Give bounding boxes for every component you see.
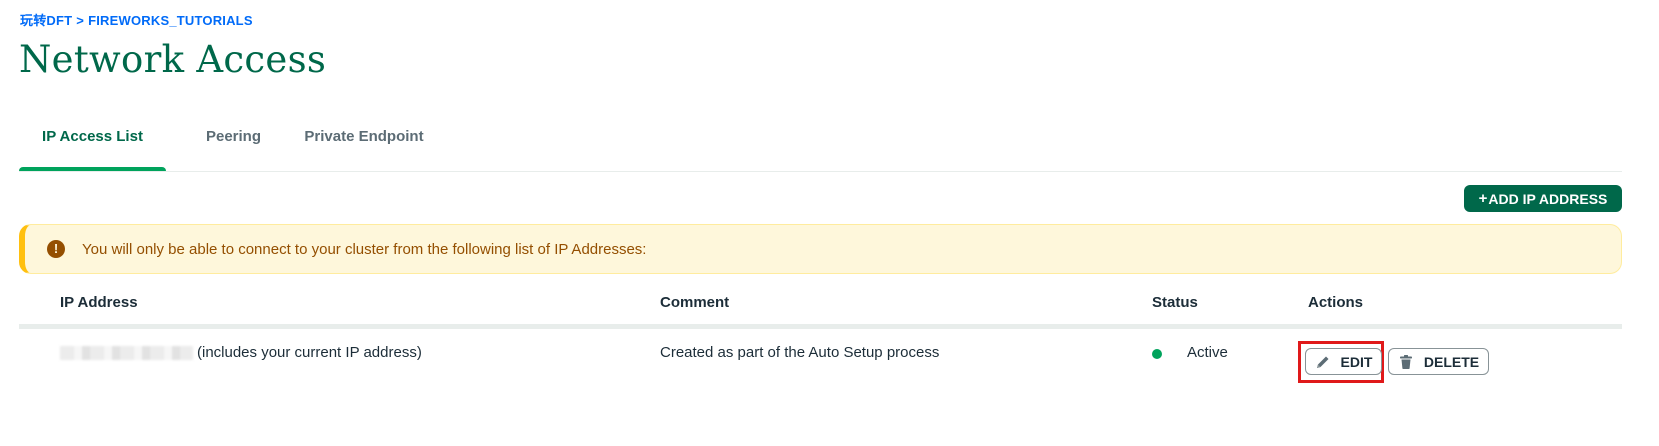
delete-button-label: DELETE [1423, 353, 1480, 370]
warning-icon: ! [47, 240, 65, 258]
redacted-ip-address [60, 345, 193, 360]
tab-ip-access-list[interactable]: IP Access List [19, 117, 166, 171]
warning-banner-text: You will only be able to connect to your… [82, 240, 647, 258]
table-row: (includes your current IP address) Creat… [19, 329, 1622, 383]
edit-button[interactable]: EDIT [1305, 348, 1382, 375]
page-title: Network Access [19, 38, 327, 81]
column-header-comment: Comment [660, 294, 730, 311]
plus-icon: + [1478, 190, 1488, 207]
add-ip-address-label: ADD IP ADDRESS [1488, 190, 1608, 207]
add-ip-address-button[interactable]: + ADD IP ADDRESS [1464, 185, 1622, 212]
column-header-actions: Actions [1308, 294, 1364, 311]
warning-banner: ! You will only be able to connect to yo… [19, 224, 1622, 274]
breadcrumb-separator: > [76, 13, 85, 28]
tab-bar: IP Access List Peering Private Endpoint [19, 117, 1622, 172]
column-header-status: Status [1152, 294, 1198, 311]
comment-cell: Created as part of the Auto Setup proces… [660, 344, 940, 361]
edit-button-label: EDIT [1340, 353, 1373, 370]
delete-button[interactable]: DELETE [1388, 348, 1489, 375]
breadcrumb-project-link[interactable]: FIREWORKS_TUTORIALS [88, 13, 253, 28]
ip-address-cell: (includes your current IP address) [60, 344, 422, 361]
trash-icon [1398, 354, 1414, 370]
status-cell: Active [1187, 344, 1228, 361]
column-header-ip-address: IP Address [60, 294, 138, 311]
breadcrumb: 玩转DFT > FIREWORKS_TUTORIALS [20, 10, 253, 29]
pencil-icon [1315, 354, 1331, 370]
tab-peering[interactable]: Peering [186, 117, 281, 170]
tab-private-endpoint[interactable]: Private Endpoint [294, 117, 434, 170]
status-active-dot-icon [1152, 349, 1162, 359]
ip-address-note: (includes your current IP address) [197, 344, 422, 361]
breadcrumb-org-link[interactable]: 玩转DFT [20, 13, 72, 28]
